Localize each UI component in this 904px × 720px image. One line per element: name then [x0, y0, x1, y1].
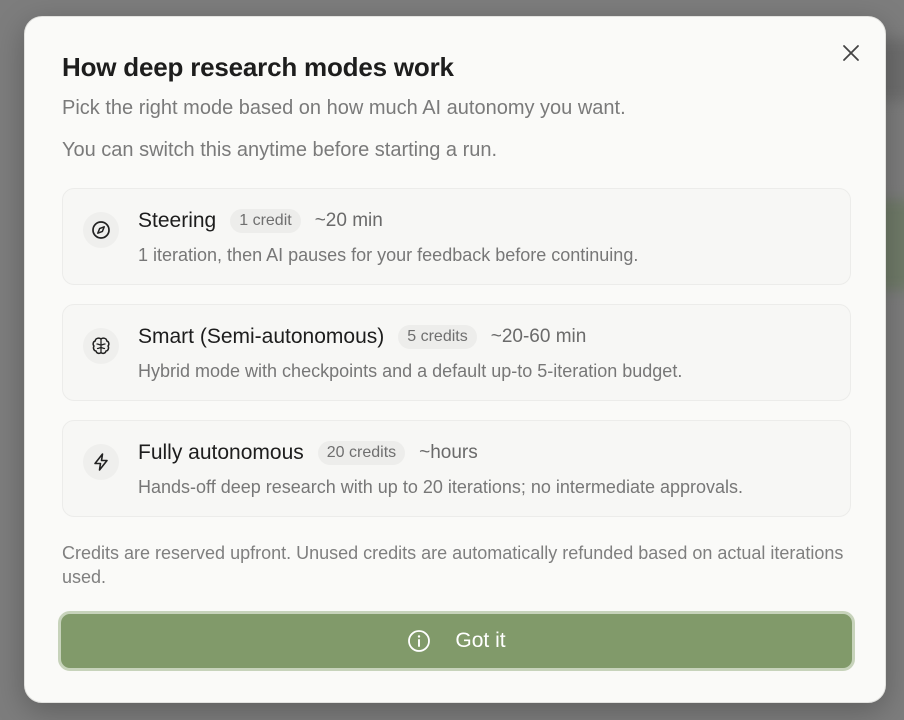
mode-description: Hybrid mode with checkpoints and a defau… — [138, 361, 683, 381]
brain-icon — [83, 328, 119, 364]
duration-label: ~20-60 min — [490, 326, 587, 347]
mode-name: Steering — [138, 209, 217, 232]
info-icon — [408, 630, 431, 652]
duration-label: ~hours — [419, 442, 478, 463]
dialog-title: How deep research modes work — [62, 52, 454, 82]
credits-badge: 1 credit — [230, 209, 301, 233]
mode-description: 1 iteration, then AI pauses for your fee… — [138, 245, 639, 265]
mode-description: Hands-off deep research with up to 20 it… — [138, 477, 744, 497]
research-modes-dialog: How deep research modes work Pick the ri… — [24, 16, 886, 703]
dialog-subtitle-secondary: You can switch this anytime before start… — [62, 139, 498, 161]
close-icon — [843, 45, 859, 61]
compass-icon — [83, 212, 119, 248]
mode-card-smart: Smart (Semi-autonomous) 5 credits ~20-60… — [62, 304, 851, 401]
credits-badge: 5 credits — [398, 325, 477, 349]
mode-card-fully-autonomous: Fully autonomous 20 credits ~hours Hands… — [62, 420, 851, 517]
credits-badge: 20 credits — [317, 441, 406, 465]
got-it-label: Got it — [455, 629, 506, 652]
close-button[interactable] — [837, 39, 865, 67]
duration-label: ~20 min — [314, 210, 383, 231]
mode-card-steering: Steering 1 credit ~20 min 1 iteration, t… — [62, 188, 851, 285]
mode-name: Fully autonomous — [138, 441, 304, 464]
got-it-button[interactable]: Got it — [58, 611, 855, 671]
credits-footnote: Credits are reserved upfront. Unused cre… — [62, 543, 844, 587]
lightning-icon — [83, 444, 119, 480]
dialog-subtitle: Pick the right mode based on how much AI… — [62, 97, 626, 119]
mode-name: Smart (Semi-autonomous) — [138, 325, 385, 348]
